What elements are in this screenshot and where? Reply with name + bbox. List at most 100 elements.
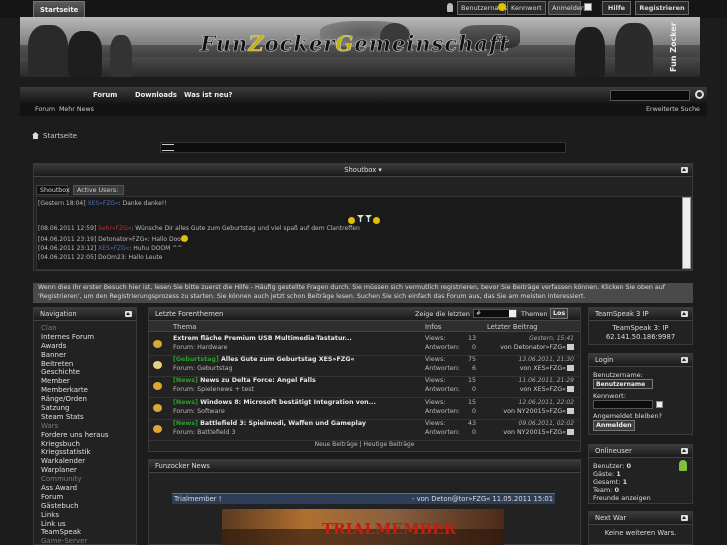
search-input[interactable] xyxy=(610,90,690,101)
shoutbox-scrollbar[interactable] xyxy=(682,197,691,269)
topic-title[interactable]: [Geburtstag] Alles Gute zum Geburtstag X… xyxy=(173,356,355,363)
nav-link[interactable]: Memberkarte xyxy=(41,386,135,395)
go-to-post-icon[interactable] xyxy=(567,386,574,393)
by-prefix: von xyxy=(519,386,532,394)
forum-name[interactable]: Battlefield 3 xyxy=(197,429,235,436)
home-icon[interactable] xyxy=(32,132,39,139)
login-password-input[interactable] xyxy=(593,400,653,409)
topic-title-text[interactable]: News zu Delta Force: Angel Falls xyxy=(200,377,316,384)
dropdown-arrow-icon[interactable] xyxy=(509,310,516,317)
tab-startseite[interactable]: Startseite xyxy=(33,1,86,17)
topic-title-text[interactable]: Alles Gute zum Geburtstag XES»FZG« xyxy=(221,356,355,363)
top-remember-checkbox[interactable] xyxy=(584,3,592,11)
subnav-forum-link[interactable]: Forum xyxy=(35,106,55,113)
collapse-icon[interactable] xyxy=(681,448,688,454)
nav-link[interactable]: Awards xyxy=(41,342,135,351)
forum-name[interactable]: Geburtstag xyxy=(197,365,232,372)
login-username-input[interactable]: Benutzername xyxy=(593,379,653,389)
nav-link[interactable]: Links xyxy=(41,511,135,520)
topic-row[interactable]: Extrem fläche Premium USB Multimedia-Tas… xyxy=(149,333,579,356)
topic-title-text[interactable]: Windows 8: Microsoft bestätigt Integrati… xyxy=(200,399,376,406)
collapse-icon[interactable] xyxy=(681,311,688,317)
news-item-title[interactable]: Trialmember ! xyxy=(174,495,222,503)
go-to-post-icon[interactable] xyxy=(567,344,574,350)
todays-posts-link[interactable]: Heutige Beiträge xyxy=(364,441,415,448)
nav-link[interactable]: Ass Award xyxy=(41,484,135,493)
nav-link[interactable]: Warplaner xyxy=(41,466,135,475)
views-count: 13 xyxy=(467,335,476,342)
shout-user[interactable]: Sehr»FZG« xyxy=(98,225,131,232)
tab-downloads[interactable]: Downloads xyxy=(129,87,183,104)
nav-link[interactable]: Banner xyxy=(41,351,135,360)
topic-row[interactable]: [News] News zu Delta Force: Angel Falls F… xyxy=(149,375,579,399)
breadcrumb-home[interactable]: Startseite xyxy=(43,132,77,140)
forum-name[interactable]: Hardware xyxy=(197,344,227,351)
breadcrumb-bar xyxy=(160,142,566,153)
go-to-post-icon[interactable] xyxy=(567,407,574,414)
nav-link[interactable]: Beitreten xyxy=(41,360,135,369)
topic-title[interactable]: [News] News zu Delta Force: Angel Falls xyxy=(173,377,316,384)
topic-title[interactable]: Extrem fläche Premium USB Multimedia-Tas… xyxy=(173,335,352,342)
topic-title[interactable]: [News] Battlefield 3: Spielmodi, Waffen … xyxy=(173,420,366,427)
last-post-author: von XES»FZG« xyxy=(482,365,574,372)
nav-category: Game-Server xyxy=(41,537,88,545)
sub-nav xyxy=(20,104,707,116)
subnav-more-news-link[interactable]: Mehr News xyxy=(59,106,94,113)
nav-link[interactable]: Kriegsstatistik xyxy=(41,448,135,457)
top-password-input[interactable]: Kennwort xyxy=(507,1,546,15)
nav-link[interactable]: Satzung xyxy=(41,404,135,413)
topic-title-text[interactable]: Extrem fläche Premium USB Multimedia-Tas… xyxy=(173,335,352,342)
tab-forum[interactable]: Forum xyxy=(87,87,123,104)
shout-user[interactable]: DoOm23 xyxy=(98,254,125,261)
author-name[interactable]: XES»FZG« xyxy=(533,386,566,393)
topic-title[interactable]: [News] Windows 8: Microsoft bestätigt In… xyxy=(173,399,376,406)
go-to-post-icon[interactable] xyxy=(567,365,574,372)
tab-shoutbox[interactable]: Shoutbox xyxy=(36,185,70,195)
topic-row[interactable]: [Geburtstag] Alles Gute zum Geburtstag X… xyxy=(149,354,579,378)
collapse-icon[interactable] xyxy=(125,311,132,317)
collapse-icon[interactable] xyxy=(681,515,688,521)
topic-row[interactable]: [News] Battlefield 3: Spielmodi, Waffen … xyxy=(149,418,579,441)
nav-link[interactable]: Geschichte xyxy=(41,368,135,377)
show-friends-link[interactable]: Freunde anzeigen xyxy=(593,494,651,502)
author-name[interactable]: XES»FZG« xyxy=(533,365,566,372)
top-login-button[interactable]: Anmelden xyxy=(548,1,585,15)
nav-link[interactable]: Fordere uns heraus xyxy=(41,431,135,440)
nav-link[interactable]: Gästebuch xyxy=(41,502,135,511)
nav-link[interactable]: Internes Forum xyxy=(41,333,135,342)
login-remember-checkbox[interactable] xyxy=(656,401,663,408)
forum-label: Forum: xyxy=(173,344,196,351)
nav-link[interactable]: Forum xyxy=(41,493,135,502)
tab-active-users[interactable]: Active Users: 0 xyxy=(73,185,124,203)
shout-user[interactable]: XES»FZG« xyxy=(98,245,129,252)
nav-link[interactable]: Steam Stats xyxy=(41,413,135,422)
shout-user[interactable]: XES»FZG« xyxy=(87,200,118,207)
search-icon[interactable] xyxy=(695,90,704,99)
collapse-icon[interactable] xyxy=(681,357,688,363)
forum-name[interactable]: Spielenews + test xyxy=(197,386,254,393)
nav-link[interactable]: Link us xyxy=(41,520,135,529)
author-name[interactable]: NY20015»FZG« xyxy=(517,408,566,415)
nav-link[interactable]: Kriegsbuch xyxy=(41,440,135,449)
nav-link[interactable]: Ränge/Orden xyxy=(41,395,135,404)
help-link[interactable]: Hilfe xyxy=(602,1,631,15)
nav-link[interactable]: Warkalender xyxy=(41,457,135,466)
register-link[interactable]: Registrieren xyxy=(635,1,689,15)
go-to-post-icon[interactable] xyxy=(567,428,574,435)
shout-time: [04.06.2011 23:19] xyxy=(38,236,97,243)
nav-link[interactable]: Member xyxy=(41,377,135,386)
new-posts-link[interactable]: Neue Beiträge xyxy=(315,441,358,448)
topic-row[interactable]: [News] Windows 8: Microsoft bestätigt In… xyxy=(149,397,579,420)
author-name[interactable]: Detonator»FZG« xyxy=(514,344,566,351)
login-submit-button[interactable]: Anmelden xyxy=(593,420,635,431)
forum-name[interactable]: Software xyxy=(197,408,225,415)
advanced-search-link[interactable]: Erweiterte Suche xyxy=(646,106,700,113)
tab-whats-new[interactable]: Was ist neu? xyxy=(178,87,238,104)
nav-link[interactable]: TeamSpeak xyxy=(41,528,135,537)
topic-title-text[interactable]: Battlefield 3: Spielmodi, Waffen und Gam… xyxy=(200,420,366,427)
collapse-icon[interactable] xyxy=(681,167,688,173)
go-button[interactable]: Los xyxy=(550,308,569,319)
teamspeak-ip[interactable]: 62.141.50.186:9987 xyxy=(588,333,693,341)
shout-user[interactable]: Detonator»FZG« xyxy=(98,236,148,243)
author-name[interactable]: NY20015»FZG« xyxy=(517,429,566,436)
